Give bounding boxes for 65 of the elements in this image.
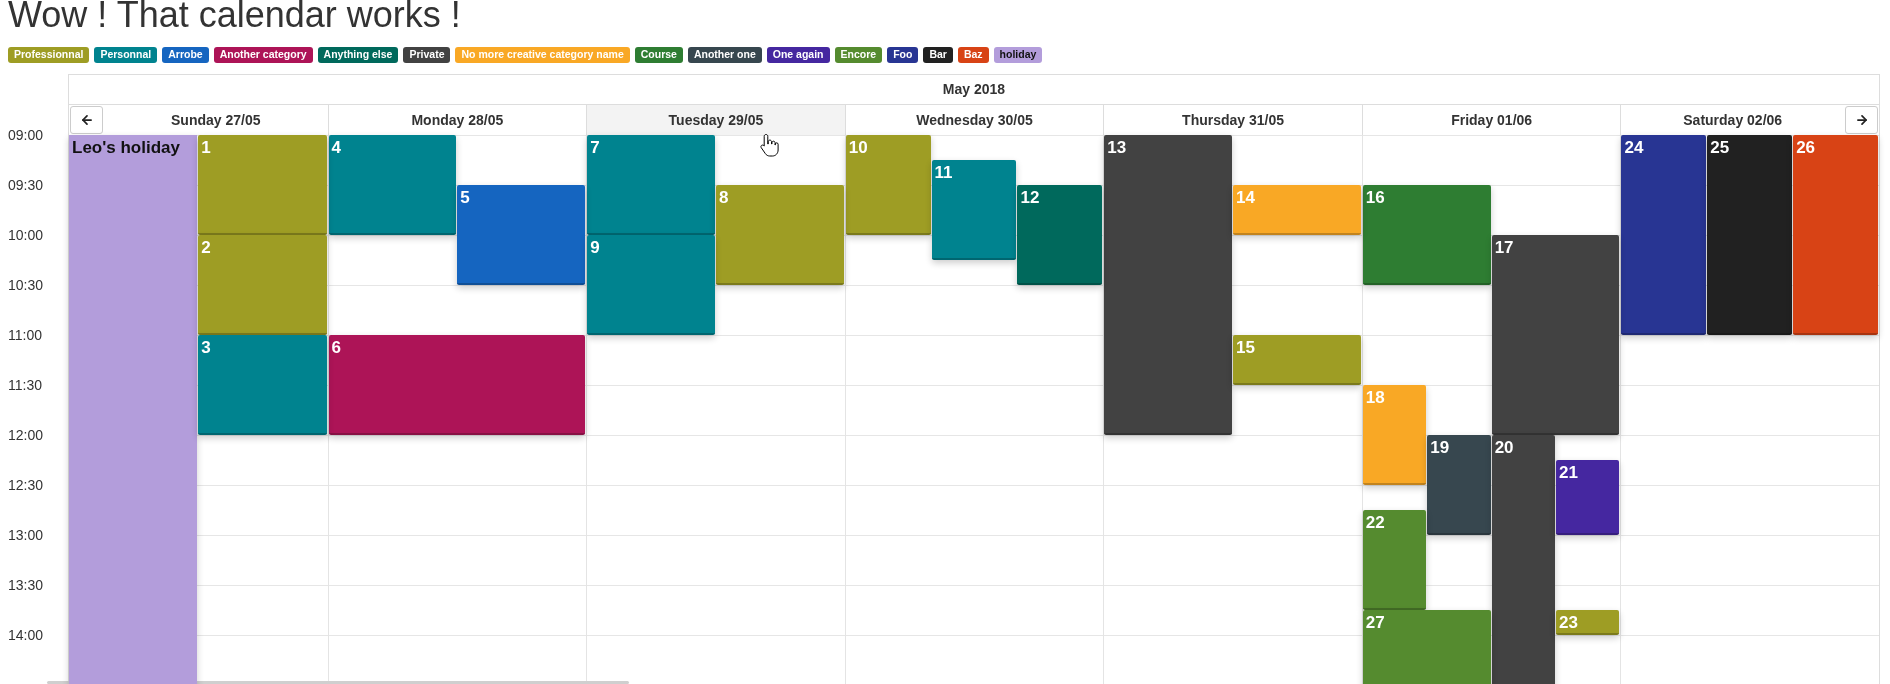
calendar-event[interactable]: 19 (1427, 434, 1491, 535)
calendar-event[interactable]: 22 (1362, 509, 1427, 610)
category-tag: Another category (213, 47, 313, 63)
calendar-event[interactable]: 21 (1556, 459, 1620, 535)
calendar-event[interactable]: 9 (587, 234, 715, 335)
calendar-event[interactable]: Leo's holiday (69, 134, 198, 684)
category-tag: One again (766, 47, 830, 63)
page-title: Wow ! That calendar works ! (8, 0, 461, 33)
time-label: 10:00 (8, 226, 45, 245)
category-tag: Bar (923, 47, 953, 63)
scrollbar-thumb[interactable] (47, 681, 629, 684)
calendar-event[interactable]: 13 (1104, 134, 1233, 435)
calendar-event[interactable]: 12 (1017, 184, 1103, 285)
category-tag: Course (634, 47, 683, 63)
day-header: Thursday 31/05 (1181, 110, 1286, 130)
time-label: 11:30 (8, 376, 43, 395)
category-tag: Another one (687, 47, 762, 63)
time-label: 14:00 (8, 626, 45, 645)
day-header: Tuesday 29/05 (587, 104, 845, 135)
hand-cursor-icon (760, 133, 779, 157)
time-label: 11:00 (8, 326, 43, 345)
time-label: 13:30 (8, 576, 45, 595)
day-header: Friday 01/06 (1450, 110, 1534, 130)
category-tag: Foo (887, 47, 919, 63)
time-label: 12:00 (8, 426, 45, 445)
calendar-event[interactable]: 25 (1707, 134, 1793, 335)
category-tag: Private (403, 47, 451, 63)
calendar-event[interactable]: 17 (1491, 234, 1620, 435)
previous-button[interactable] (70, 105, 103, 134)
time-label: 10:30 (8, 276, 45, 295)
category-tag: Encore (834, 47, 883, 63)
calendar-event[interactable]: 3 (198, 334, 327, 435)
next-button[interactable] (1845, 105, 1878, 134)
category-tag: Personnal (94, 47, 158, 63)
day-header: Monday 28/05 (410, 110, 505, 130)
time-label: 13:00 (8, 526, 45, 545)
day-header: Sunday 27/05 (170, 110, 262, 130)
calendar-event[interactable]: 2 (198, 234, 327, 335)
calendar-event[interactable]: 20 (1491, 434, 1555, 684)
day-header: Saturday 02/06 (1682, 110, 1784, 130)
calendar-event[interactable]: 23 (1556, 609, 1620, 635)
calendar-event[interactable]: 10 (845, 134, 931, 235)
month-title: May 2018 (941, 80, 1007, 99)
calendar-event[interactable]: 11 (931, 159, 1017, 260)
calendar-event[interactable]: 8 (715, 184, 844, 285)
calendar-event[interactable]: 27 (1362, 609, 1491, 684)
category-tag: Anything else (317, 47, 399, 63)
category-tag: No more creative category name (455, 47, 630, 63)
calendar-event[interactable]: 1 (198, 134, 327, 235)
time-label: 12:30 (8, 476, 45, 495)
calendar-event[interactable]: 26 (1793, 134, 1878, 335)
time-label: 09:30 (8, 176, 45, 195)
calendar-event[interactable]: 15 (1233, 334, 1361, 385)
day-header: Wednesday 30/05 (915, 110, 1034, 130)
category-tag: Professionnal (8, 47, 90, 63)
calendar-event[interactable]: 5 (457, 184, 586, 285)
category-tag: Baz (957, 47, 989, 63)
time-label: 09:00 (8, 126, 45, 145)
calendar-event[interactable]: 6 (328, 334, 586, 435)
calendar-event[interactable]: 16 (1362, 184, 1491, 285)
calendar-event[interactable]: 24 (1621, 134, 1707, 335)
category-tag: holiday (993, 47, 1043, 63)
category-tag: Arrobe (162, 47, 209, 63)
calendar-event[interactable]: 4 (328, 134, 457, 235)
calendar-event[interactable]: 7 (587, 134, 715, 235)
